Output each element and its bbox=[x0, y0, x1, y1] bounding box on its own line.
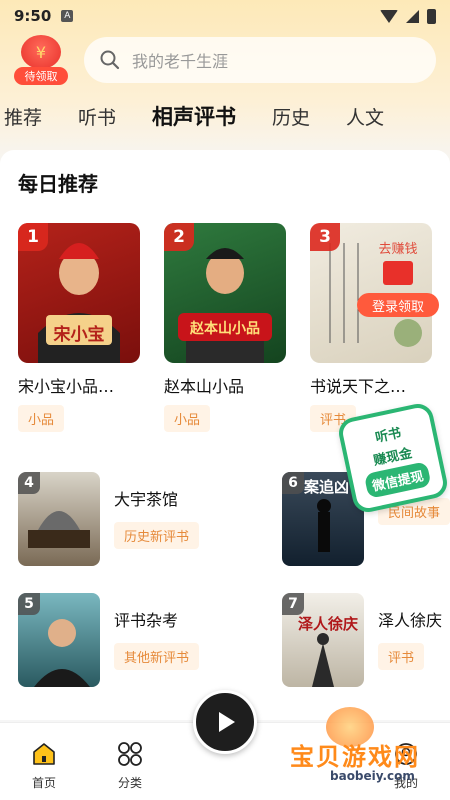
tab-crosstalk[interactable]: 相声评书 bbox=[134, 101, 254, 131]
listen-earn-badge[interactable]: 听书 赚现金 微信提现 bbox=[336, 401, 450, 515]
top-item-2[interactable]: 2 赵本山小品 赵本山小品 小品 bbox=[164, 223, 286, 432]
nav-home-label: 首页 bbox=[31, 776, 56, 790]
list-item-5[interactable]: 5 评书杂考 其他新评书 bbox=[18, 593, 243, 687]
watermark-text: 宝贝游戏网 bbox=[290, 743, 420, 771]
red-envelope-icon bbox=[383, 261, 413, 285]
status-bar: 9:50 A bbox=[0, 0, 450, 32]
rank-badge: 5 bbox=[18, 593, 40, 615]
thumb-image: 7 泽人徐庆 bbox=[282, 593, 364, 687]
item-title: 书说天下之… bbox=[310, 377, 407, 396]
status-time: 9:50 bbox=[14, 7, 52, 25]
item-title: 评书杂考 bbox=[114, 611, 179, 630]
cover-title: 宋小宝 bbox=[53, 325, 105, 345]
red-envelope-icon: ¥ bbox=[21, 35, 61, 69]
earn-promo-title: 去赚钱 bbox=[378, 242, 418, 257]
item-tag: 评书 bbox=[378, 643, 425, 670]
home-icon bbox=[33, 743, 55, 765]
sim-icon: A bbox=[61, 10, 74, 22]
category-icon bbox=[118, 742, 142, 766]
item-title: 大宇茶馆 bbox=[114, 490, 179, 509]
cover-image: 2 赵本山小品 bbox=[164, 223, 286, 363]
rank-badge: 2 bbox=[164, 223, 194, 251]
nav-category-label: 分类 bbox=[117, 776, 142, 790]
section-title: 每日推荐 bbox=[18, 172, 98, 196]
thumb-title: 案追凶 bbox=[304, 478, 350, 496]
item-title: 泽人徐庆 bbox=[378, 611, 443, 630]
battery-icon bbox=[427, 8, 436, 24]
search-placeholder: 我的老千生涯 bbox=[132, 52, 229, 71]
search-bar[interactable]: 我的老千生涯 bbox=[84, 37, 436, 83]
thumb-image: 4 bbox=[18, 472, 100, 566]
thumb-image: 5 bbox=[18, 593, 100, 687]
rank-badge: 7 bbox=[282, 593, 304, 615]
rank-badge: 3 bbox=[310, 223, 340, 251]
signal-icon bbox=[406, 9, 419, 23]
watermark: 宝贝游戏网 baobeiy.com bbox=[290, 705, 450, 795]
list-item-7[interactable]: 7 泽人徐庆 泽人徐庆 评书 bbox=[282, 593, 450, 687]
item-title: 宋小宝小品… bbox=[18, 377, 115, 396]
thumb-title: 泽人徐庆 bbox=[298, 615, 359, 633]
top-item-1[interactable]: 1 宋小宝 宋小宝小品… 小品 bbox=[18, 223, 140, 432]
play-button[interactable] bbox=[193, 690, 257, 754]
wifi-icon bbox=[380, 9, 398, 23]
watermark-url: baobeiy.com bbox=[330, 769, 415, 783]
cover-title: 赵本山小品 bbox=[190, 321, 260, 337]
item-tag: 历史新评书 bbox=[114, 522, 200, 549]
gift-button[interactable]: ¥ 待领取 bbox=[14, 35, 68, 85]
category-tabs: 推荐 听书 相声评书 历史 人文 bbox=[0, 96, 450, 136]
tab-audiobook[interactable]: 听书 bbox=[60, 103, 134, 130]
rank-badge: 6 bbox=[282, 472, 304, 494]
list-item-4[interactable]: 4 大宇茶馆 历史新评书 bbox=[18, 472, 243, 566]
rank-badge: 4 bbox=[18, 472, 40, 494]
nav-category[interactable]: 分类 bbox=[100, 741, 160, 791]
nav-home[interactable]: 首页 bbox=[14, 741, 74, 791]
tab-humanities[interactable]: 人文 bbox=[328, 103, 402, 130]
play-icon bbox=[219, 712, 235, 732]
item-tag: 小品 bbox=[18, 405, 65, 432]
item-tag: 小品 bbox=[164, 405, 211, 432]
earn-promo[interactable]: 去赚钱 登录领取 bbox=[357, 238, 439, 317]
login-claim-button[interactable]: 登录领取 bbox=[357, 293, 439, 317]
tab-history[interactable]: 历史 bbox=[254, 103, 328, 130]
tab-recommend[interactable]: 推荐 bbox=[0, 103, 60, 130]
cover-image: 1 宋小宝 bbox=[18, 223, 140, 363]
badge-line-1: 听书 bbox=[373, 425, 403, 446]
item-title: 赵本山小品 bbox=[164, 377, 245, 396]
rank-badge: 1 bbox=[18, 223, 48, 251]
search-icon bbox=[100, 50, 120, 70]
gift-label: 待领取 bbox=[14, 67, 68, 85]
item-tag: 其他新评书 bbox=[114, 643, 200, 670]
top-header: ¥ 待领取 我的老千生涯 bbox=[0, 32, 450, 88]
